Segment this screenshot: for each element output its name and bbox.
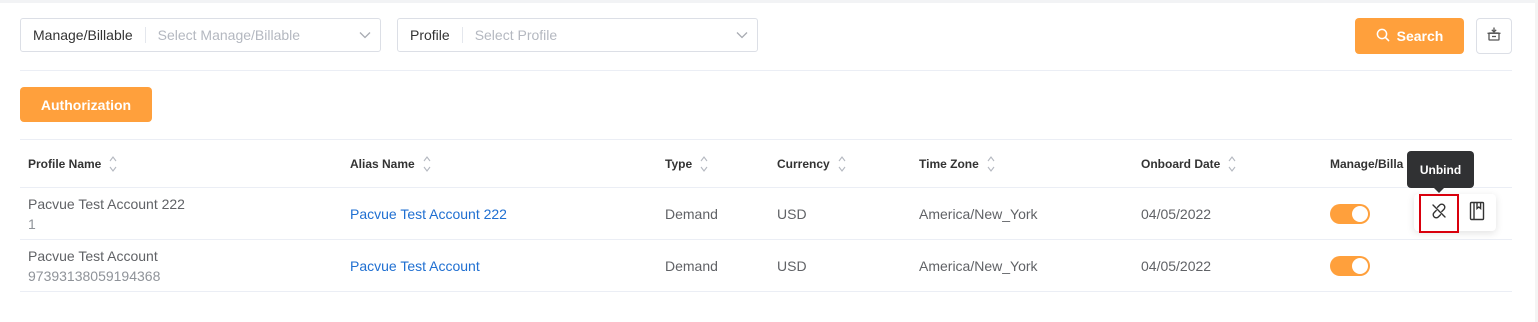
- toggle-knob: [1352, 206, 1368, 222]
- column-header-manage-billable: Manage/Billa: [1330, 157, 1404, 171]
- sort-icon[interactable]: [109, 155, 117, 173]
- toggle-knob: [1352, 258, 1368, 274]
- onboard-date-value: 04/05/2022: [1141, 206, 1212, 222]
- timezone-value: America/New_York: [919, 258, 1038, 274]
- unbind-tooltip: Unbind: [1407, 151, 1474, 188]
- tooltip-arrow: [1433, 187, 1445, 193]
- profile-name: Pacvue Test Account: [28, 248, 158, 264]
- column-header-time-zone[interactable]: Time Zone: [919, 156, 995, 172]
- manage-billable-toggle[interactable]: [1330, 204, 1370, 224]
- sort-icon[interactable]: [838, 155, 846, 173]
- profile-label: Profile: [398, 27, 463, 43]
- search-button[interactable]: Search: [1355, 18, 1464, 54]
- column-header-type[interactable]: Type: [665, 156, 708, 172]
- sort-icon[interactable]: [987, 155, 995, 173]
- alias-link[interactable]: Pacvue Test Account: [350, 258, 480, 274]
- unlink-icon: [1429, 201, 1449, 226]
- profile-id: 1: [28, 216, 36, 232]
- manage-billable-label: Manage/Billable: [21, 27, 146, 43]
- book-button[interactable]: [1463, 197, 1491, 229]
- unbind-button[interactable]: [1419, 194, 1459, 233]
- download-icon: [1486, 26, 1502, 47]
- book-icon: [1469, 201, 1485, 226]
- row-divider: [20, 239, 1512, 240]
- column-header-profile-name[interactable]: Profile Name: [28, 156, 117, 172]
- export-button[interactable]: [1476, 18, 1512, 54]
- column-header-currency[interactable]: Currency: [777, 156, 846, 172]
- table-top-border: [20, 139, 1512, 140]
- column-header-onboard-date[interactable]: Onboard Date: [1141, 156, 1236, 172]
- timezone-value: America/New_York: [919, 206, 1038, 222]
- sort-icon[interactable]: [1228, 155, 1236, 173]
- manage-billable-toggle[interactable]: [1330, 256, 1370, 276]
- alias-link[interactable]: Pacvue Test Account 222: [350, 206, 507, 222]
- profile-placeholder: Select Profile: [474, 27, 558, 43]
- search-button-label: Search: [1396, 28, 1444, 44]
- top-border: [0, 0, 1538, 3]
- column-header-alias-name[interactable]: Alias Name: [350, 156, 431, 172]
- header-bottom-border: [20, 187, 1512, 188]
- currency-value: USD: [777, 258, 807, 274]
- type-value: Demand: [665, 258, 718, 274]
- onboard-date-value: 04/05/2022: [1141, 258, 1212, 274]
- authorization-button[interactable]: Authorization: [20, 87, 152, 122]
- search-icon: [1376, 28, 1390, 45]
- profile-id: 97393138059194368: [28, 268, 161, 284]
- sort-icon[interactable]: [700, 155, 708, 173]
- chevron-down-icon[interactable]: [727, 31, 757, 39]
- sort-icon[interactable]: [423, 155, 431, 173]
- profile-select[interactable]: Profile Select Profile: [397, 18, 758, 52]
- profile-name: Pacvue Test Account 222: [28, 196, 185, 212]
- filter-divider: [20, 70, 1512, 71]
- currency-value: USD: [777, 206, 807, 222]
- table-bottom-border: [20, 291, 1512, 292]
- type-value: Demand: [665, 206, 718, 222]
- manage-billable-select[interactable]: Manage/Billable Select Manage/Billable: [20, 18, 381, 52]
- manage-billable-placeholder: Select Manage/Billable: [157, 27, 301, 43]
- chevron-down-icon[interactable]: [350, 31, 380, 39]
